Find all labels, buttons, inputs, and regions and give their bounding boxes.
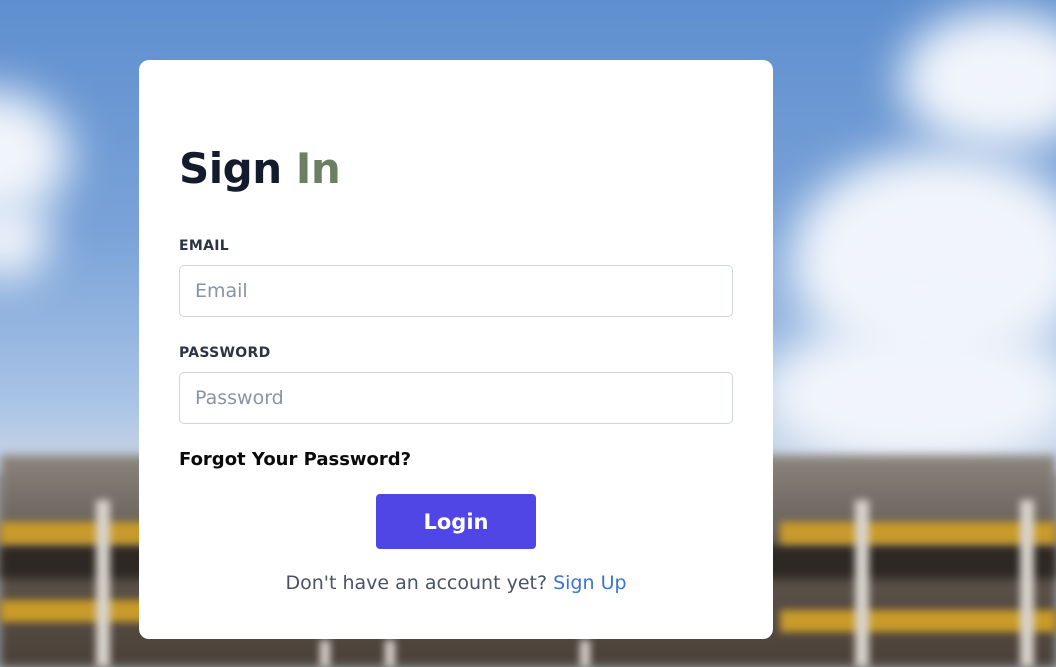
building-awning [780, 610, 1056, 632]
building-awning [0, 522, 150, 544]
building-awning [0, 600, 150, 622]
title-word-sign: Sign [179, 144, 282, 193]
signin-card: Sign In EMAIL PASSWORD Forgot Your Passw… [139, 60, 773, 639]
signup-prompt-text: Don't have an account yet? [285, 572, 548, 594]
building-pillar [385, 640, 395, 667]
signup-link[interactable]: Sign Up [553, 572, 626, 594]
building-pillar [320, 640, 330, 667]
email-field[interactable] [179, 265, 733, 317]
signup-prompt: Don't have an account yet? Sign Up [139, 572, 773, 594]
title-word-in: In [295, 144, 341, 193]
cloud [760, 320, 1056, 470]
building-awning [780, 522, 1056, 544]
email-label: EMAIL [179, 238, 229, 254]
cloud [0, 200, 50, 280]
building-pillar [1020, 500, 1034, 667]
password-field[interactable] [179, 372, 733, 424]
login-button[interactable]: Login [376, 494, 536, 549]
page-title: Sign In [179, 142, 341, 196]
forgot-password-link[interactable]: Forgot Your Password? [179, 449, 411, 470]
building-pillar [855, 500, 869, 667]
building-pillar [580, 640, 590, 667]
cloud [900, 10, 1056, 150]
password-label: PASSWORD [179, 345, 271, 361]
building-pillar [96, 500, 110, 667]
